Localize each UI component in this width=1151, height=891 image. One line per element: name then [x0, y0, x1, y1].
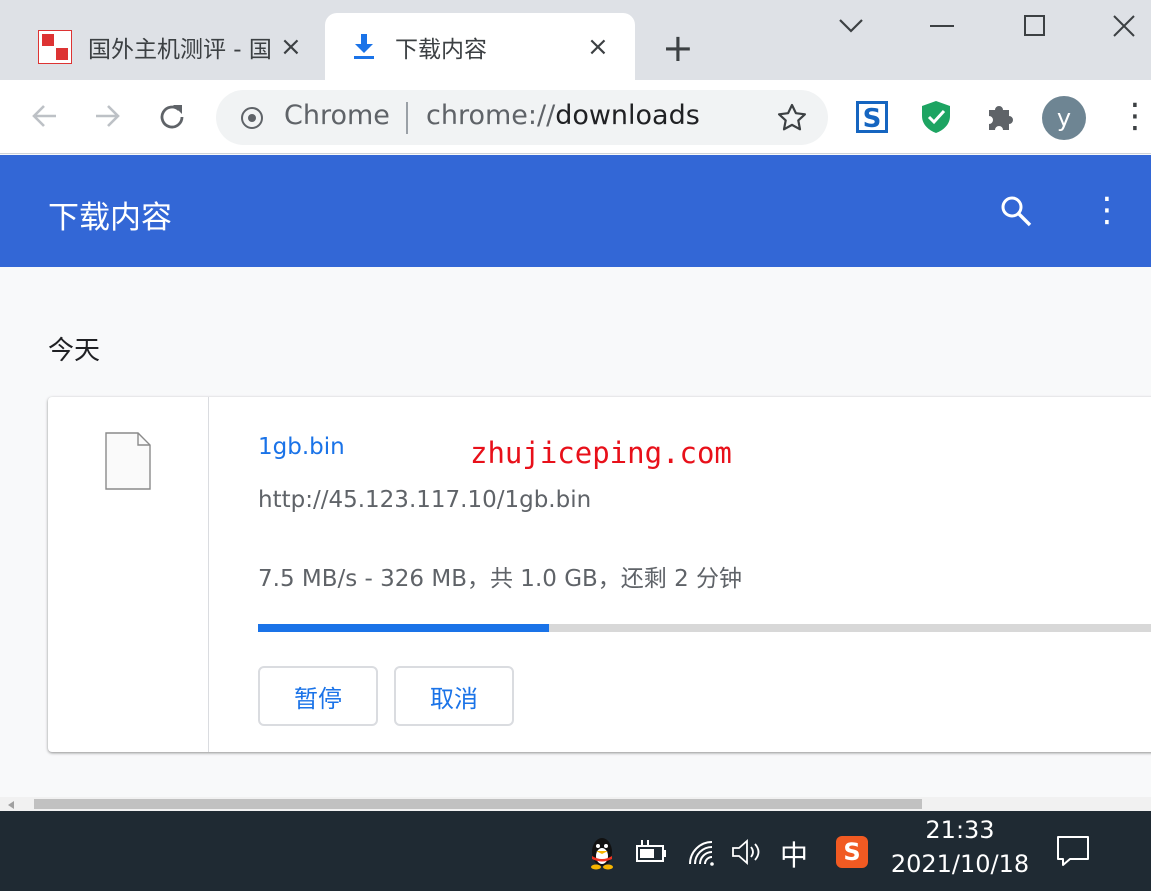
qq-penguin-icon[interactable] [588, 834, 616, 870]
shield-check-icon[interactable] [920, 100, 952, 134]
download-progress-bar [258, 624, 1151, 632]
wifi-icon[interactable] [688, 840, 720, 866]
ime-indicator[interactable]: 中 [780, 834, 808, 874]
download-progress-fill [258, 624, 550, 632]
scroll-left-arrow-icon[interactable] [8, 801, 14, 809]
pause-button[interactable]: 暂停 [258, 666, 378, 726]
new-tab-button[interactable]: + [662, 26, 694, 70]
file-icon [105, 432, 151, 490]
downloads-header [0, 155, 1151, 267]
notification-center-icon[interactable] [1056, 834, 1090, 868]
tab-title: 下载内容 [395, 36, 487, 63]
tab-downloads[interactable]: 下载内容 × [325, 13, 635, 80]
chrome-logo-icon [240, 106, 264, 130]
taskbar-clock[interactable]: 21:33 2021/10/18 [880, 816, 1040, 878]
tab-title: 国外主机测评 - 国 [88, 36, 270, 63]
sogou-letter: S [843, 838, 861, 866]
profile-avatar[interactable]: y [1042, 96, 1086, 140]
site-favicon-icon [38, 29, 72, 64]
close-tab-icon[interactable]: × [280, 32, 302, 62]
back-button[interactable] [28, 98, 60, 142]
omnibox-divider [406, 102, 408, 134]
search-icon[interactable] [999, 194, 1033, 228]
url-host: downloads [555, 100, 700, 131]
battery-icon[interactable] [634, 838, 668, 866]
profile-initial: y [1056, 104, 1072, 132]
omnibox-url[interactable]: chrome://downloads [426, 100, 700, 131]
date-section-label: 今天 [48, 336, 101, 366]
cancel-button[interactable]: 取消 [394, 666, 514, 726]
sogou-input-icon[interactable]: S [836, 836, 868, 868]
clock-date: 2021/10/18 [890, 850, 1030, 878]
minimize-button[interactable] [930, 14, 954, 38]
close-window-button[interactable] [1112, 14, 1136, 38]
download-status-text: 7.5 MB/s - 326 MB，共 1.0 GB，还剩 2 分钟 [258, 566, 743, 592]
puzzle-extensions-icon[interactable] [984, 101, 1016, 133]
tab-site[interactable]: 国外主机测评 - 国 × [18, 13, 318, 80]
url-scheme: chrome:// [426, 100, 556, 131]
omnibox-chrome-label: Chrome [284, 100, 390, 131]
volume-icon[interactable] [730, 838, 764, 866]
header-more-icon[interactable]: ⋮ [1090, 190, 1124, 230]
watermark-text: zhujiceping.com [470, 436, 732, 470]
bookmark-star-icon[interactable] [776, 102, 808, 134]
download-source-url[interactable]: http://45.123.117.10/1gb.bin [258, 487, 591, 513]
clock-time: 21:33 [925, 816, 995, 844]
card-divider [208, 397, 209, 752]
download-icon [353, 33, 375, 60]
browser-menu-icon[interactable]: ⋮ [1118, 96, 1151, 136]
tab-search-chevron-down-icon[interactable] [838, 16, 864, 36]
svg-text:S: S [863, 104, 882, 133]
close-tab-icon[interactable]: × [587, 32, 609, 62]
download-filename-link[interactable]: 1gb.bin [258, 434, 345, 460]
forward-button[interactable] [92, 98, 124, 142]
extension-s-icon[interactable]: S [856, 101, 888, 134]
maximize-button[interactable] [1023, 14, 1047, 38]
scrollbar-thumb[interactable] [34, 799, 922, 809]
reload-button[interactable] [156, 100, 188, 142]
page-title: 下载内容 [48, 200, 172, 236]
